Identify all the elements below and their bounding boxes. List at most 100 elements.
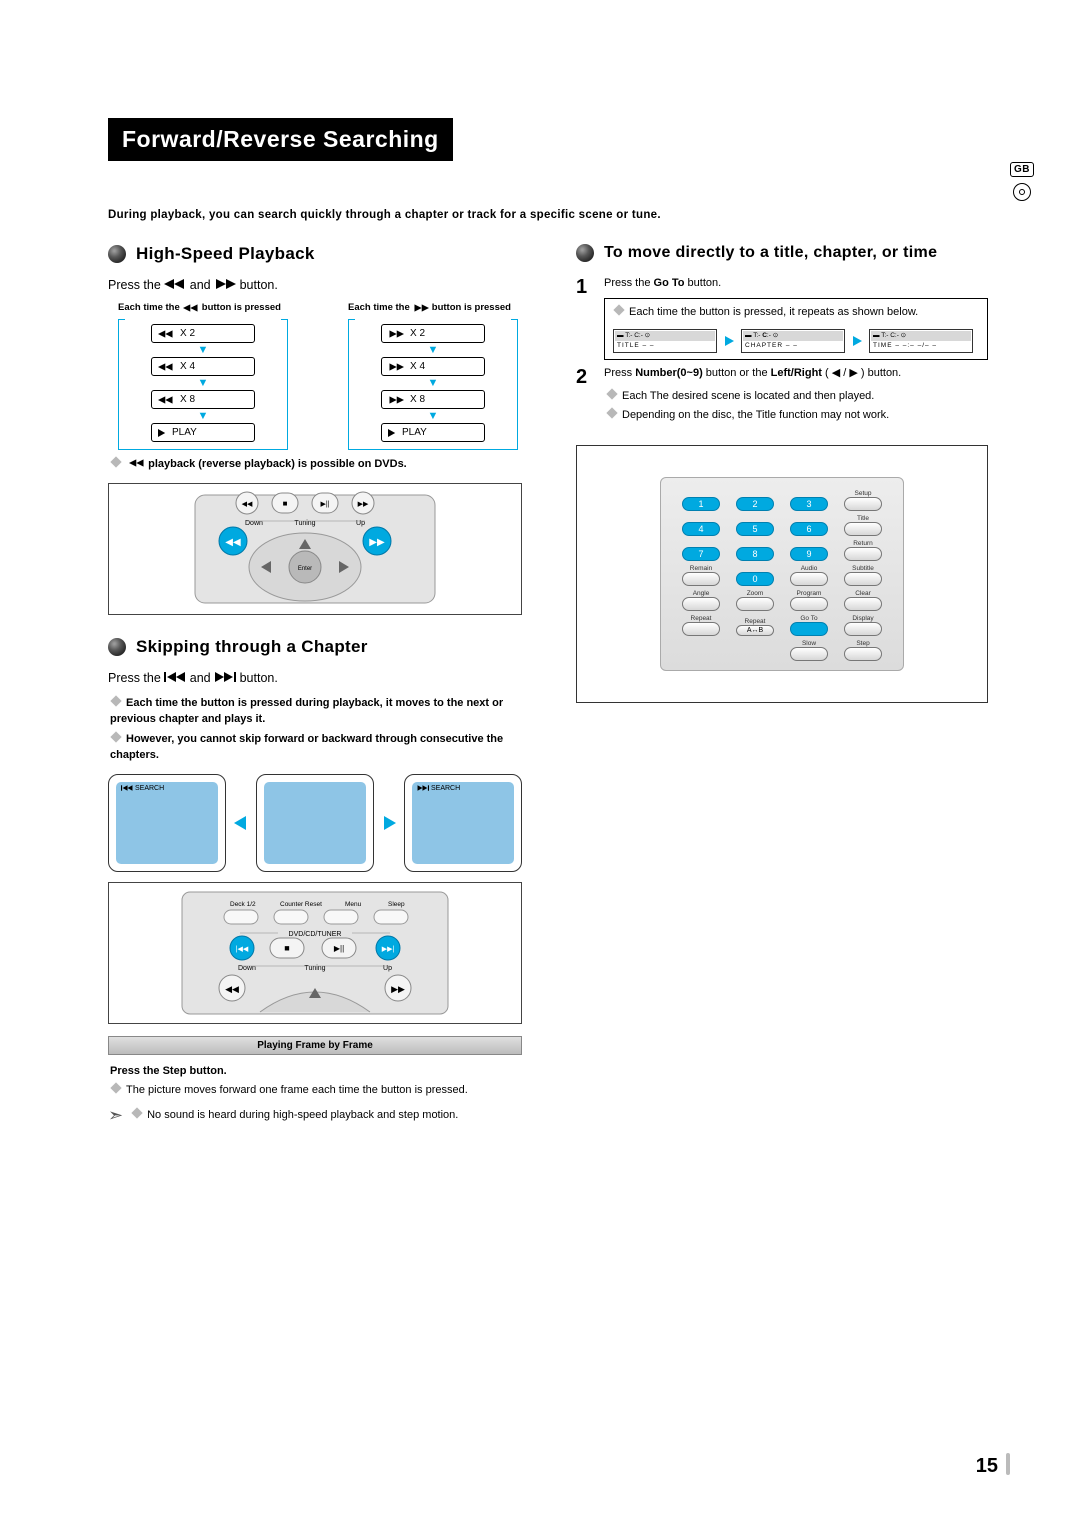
rewind-icon: [158, 330, 174, 338]
svg-text:Counter Reset: Counter Reset: [280, 901, 322, 908]
keypad-3: 3: [790, 497, 828, 511]
keypad-repeat-ab: A↔B: [736, 625, 774, 636]
keypad-7: 7: [682, 547, 720, 561]
goto-title-screen: ▬ T:- C:- ⊙ TITLE – –: [613, 329, 717, 353]
svg-text:Deck 1/2: Deck 1/2: [230, 901, 256, 908]
arrow-right-icon: [851, 336, 863, 346]
remote-keypad-illustration: 1 2 3 Setup 4 5 6 Title 7 8 9: [576, 445, 988, 703]
rewind-icon: [164, 279, 186, 289]
skip-instruction: Press the and button.: [108, 671, 522, 685]
skip-previous-icon: [121, 785, 133, 791]
left-column: High-Speed Playback Press the and button…: [108, 244, 522, 1126]
language-badge: GB: [1010, 162, 1034, 201]
keypad-goto: [790, 622, 828, 636]
goto-chapter-screen: ▬ T:- C:- ⊙ CHAPTER – –: [741, 329, 845, 353]
arrow-right-icon: [723, 336, 735, 346]
skip-diagram: SEARCH SEARCH: [108, 774, 522, 872]
step-note: The picture moves forward one frame each…: [110, 1082, 522, 1099]
page-number: 15: [976, 1453, 1010, 1478]
keypad-5: 5: [736, 522, 774, 536]
section-bullet-icon: [108, 638, 126, 656]
arrow-left-icon: [232, 816, 250, 830]
section-bullet-icon: [108, 245, 126, 263]
keypad-repeat: [682, 622, 720, 636]
fastforward-icon: [214, 279, 236, 289]
screen-center: [256, 774, 374, 872]
remote-illustration-tuning: ◀◀ ■ ▶|| ▶▶ Down Tuning Up ◀◀: [108, 483, 522, 615]
skip-next-icon: [214, 672, 236, 682]
play-icon: [158, 429, 166, 437]
fastforward-icon: [388, 330, 404, 338]
keypad-6: 6: [790, 522, 828, 536]
skip-next-icon: [417, 785, 429, 791]
rewind-icon: [129, 459, 145, 467]
svg-text:◀◀: ◀◀: [225, 537, 241, 548]
fastforward-icon: [388, 363, 404, 371]
keypad-4: 4: [682, 522, 720, 536]
keypad-return: [844, 547, 882, 561]
keypad-display: [844, 622, 882, 636]
speed-diagram: Each time the button is pressed X 2 ▼ X …: [118, 302, 522, 450]
keypad-slow: [790, 647, 828, 661]
page-title: Forward/Reverse Searching: [108, 118, 453, 161]
keypad-8: 8: [736, 547, 774, 561]
intro-text: During playback, you can search quickly …: [108, 207, 988, 224]
svg-text:■: ■: [284, 943, 289, 953]
svg-text:▶||: ▶||: [320, 501, 329, 508]
keypad-remain: [682, 572, 720, 586]
highspeed-instruction: Press the and button.: [108, 278, 522, 292]
keypad-step: [844, 647, 882, 661]
svg-text:DVD/CD/TUNER: DVD/CD/TUNER: [289, 931, 342, 938]
goto-time-screen: ▬ T:- C:- ⊙ TIME – –:– –/– –: [869, 329, 973, 353]
svg-text:Enter: Enter: [298, 566, 312, 572]
svg-text:◀◀: ◀◀: [242, 501, 253, 508]
keypad-clear: [844, 597, 882, 611]
arrow-right-icon: [380, 816, 398, 830]
right-column: To move directly to a title, chapter, or…: [576, 244, 988, 1126]
play-icon: [388, 429, 396, 437]
keypad-audio: [790, 572, 828, 586]
svg-text:Menu: Menu: [345, 901, 362, 908]
keypad-zoom: [736, 597, 774, 611]
keypad-angle: [682, 597, 720, 611]
svg-text:▶||: ▶||: [334, 944, 344, 953]
step-2: 2 Press Number(0~9) button or the Left/R…: [576, 366, 988, 427]
svg-text:Sleep: Sleep: [388, 901, 405, 908]
rewind-icon: [158, 363, 174, 371]
reverse-note: playback (reverse playback) is possible …: [110, 456, 522, 473]
skip-note-2: However, you cannot skip forward or back…: [110, 731, 522, 764]
step-instruction: Press the Step button.: [110, 1063, 522, 1080]
keypad-0: 0: [736, 572, 774, 586]
section-goto: To move directly to a title, chapter, or…: [604, 244, 937, 262]
fastforward-icon: [413, 304, 429, 312]
fastforward-icon: [388, 396, 404, 404]
svg-text:■: ■: [283, 499, 288, 508]
keypad-subtitle: [844, 572, 882, 586]
frame-by-frame-bar: Playing Frame by Frame: [108, 1036, 522, 1055]
section-highspeed: High-Speed Playback: [136, 244, 315, 264]
keypad-setup: [844, 497, 882, 511]
disc-icon: [1013, 183, 1031, 201]
screen-search-next: SEARCH: [404, 774, 522, 872]
lang-gb: GB: [1010, 162, 1034, 177]
rewind-icon: [183, 304, 199, 312]
skip-note-1: Each time the button is pressed during p…: [110, 695, 522, 728]
svg-text:◀◀: ◀◀: [225, 984, 239, 994]
keypad-title: [844, 522, 882, 536]
svg-text:▶▶: ▶▶: [358, 501, 369, 508]
skip-previous-icon: [164, 672, 186, 682]
remote-illustration-skip: Deck 1/2 Counter Reset Menu Sleep DVD/CD…: [108, 882, 522, 1024]
keypad-program: [790, 597, 828, 611]
svg-text:▶▶: ▶▶: [369, 537, 385, 548]
keypad-1: 1: [682, 497, 720, 511]
pointer-icon: ➣: [108, 1105, 123, 1126]
svg-text:|◀◀: |◀◀: [236, 946, 249, 953]
svg-text:▶▶|: ▶▶|: [382, 946, 395, 953]
keypad-9: 9: [790, 547, 828, 561]
svg-text:▶▶: ▶▶: [391, 984, 405, 994]
screen-search-prev: SEARCH: [108, 774, 226, 872]
step-1: 1 Press the Go To button. Each time the …: [576, 276, 988, 359]
keypad-2: 2: [736, 497, 774, 511]
section-bullet-icon: [576, 244, 594, 262]
section-skipping: Skipping through a Chapter: [136, 637, 368, 657]
